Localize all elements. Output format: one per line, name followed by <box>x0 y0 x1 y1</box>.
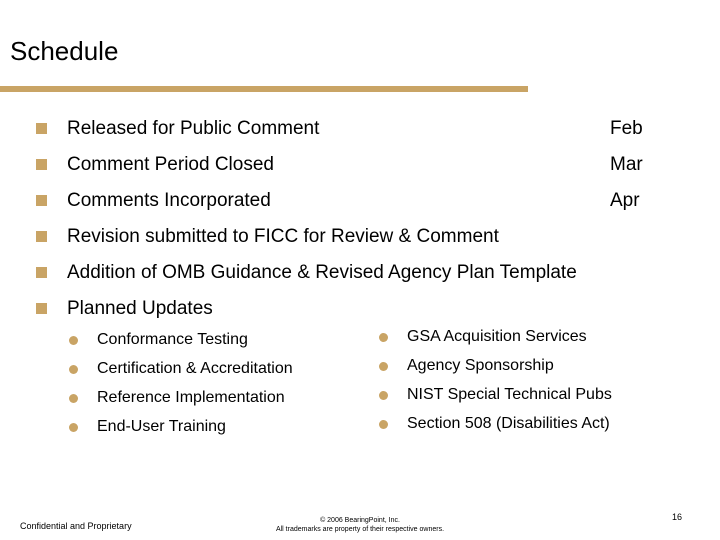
round-bullet-icon <box>379 391 388 400</box>
square-bullet-icon <box>36 267 47 278</box>
milestone-label: Planned Updates <box>67 298 213 319</box>
milestone-item: Comment Period Closed Mar <box>34 154 674 178</box>
trademark-line: All trademarks are property of their res… <box>275 526 445 533</box>
title-divider <box>0 86 528 92</box>
milestone-item: Comments Incorporated Apr <box>34 190 674 214</box>
square-bullet-icon <box>36 123 47 134</box>
square-bullet-icon <box>36 303 47 314</box>
planned-update-label: NIST Special Technical Pubs <box>407 386 612 403</box>
milestone-label: Addition of OMB Guidance & Revised Agenc… <box>67 262 577 283</box>
slide-title: Schedule <box>10 36 119 66</box>
confidential-notice: Confidential and Proprietary <box>20 521 132 531</box>
milestone-item: Planned Updates <box>34 298 674 322</box>
planned-update-label: Conformance Testing <box>97 331 248 348</box>
planned-update-label: Agency Sponsorship <box>407 357 554 374</box>
square-bullet-icon <box>36 195 47 206</box>
round-bullet-icon <box>379 420 388 429</box>
round-bullet-icon <box>69 336 78 345</box>
planned-update-label: End-User Training <box>97 418 226 435</box>
round-bullet-icon <box>69 365 78 374</box>
milestone-label: Comments Incorporated <box>67 190 271 211</box>
round-bullet-icon <box>69 423 78 432</box>
planned-update-label: Section 508 (Disabilities Act) <box>407 415 610 432</box>
round-bullet-icon <box>379 362 388 371</box>
planned-update-label: Certification & Accreditation <box>97 360 293 377</box>
copyright-notice: © 2006 BearingPoint, Inc. All trademarks… <box>250 516 470 534</box>
milestone-item: Released for Public Comment Feb <box>34 118 674 142</box>
milestone-item: Revision submitted to FICC for Review & … <box>34 226 674 250</box>
milestone-date: Apr <box>610 190 640 211</box>
round-bullet-icon <box>69 394 78 403</box>
square-bullet-icon <box>36 159 47 170</box>
copyright-line: © 2006 BearingPoint, Inc. <box>320 517 400 524</box>
square-bullet-icon <box>36 231 47 242</box>
milestone-date: Feb <box>610 118 643 139</box>
milestone-label: Comment Period Closed <box>67 154 274 175</box>
milestone-label: Released for Public Comment <box>67 118 320 139</box>
planned-update-label: Reference Implementation <box>97 389 285 406</box>
page-number: 16 <box>672 512 683 522</box>
milestone-item: Addition of OMB Guidance & Revised Agenc… <box>34 262 674 286</box>
milestone-label: Revision submitted to FICC for Review & … <box>67 226 499 247</box>
planned-update-label: GSA Acquisition Services <box>407 328 587 345</box>
milestone-date: Mar <box>610 154 643 175</box>
round-bullet-icon <box>379 333 388 342</box>
